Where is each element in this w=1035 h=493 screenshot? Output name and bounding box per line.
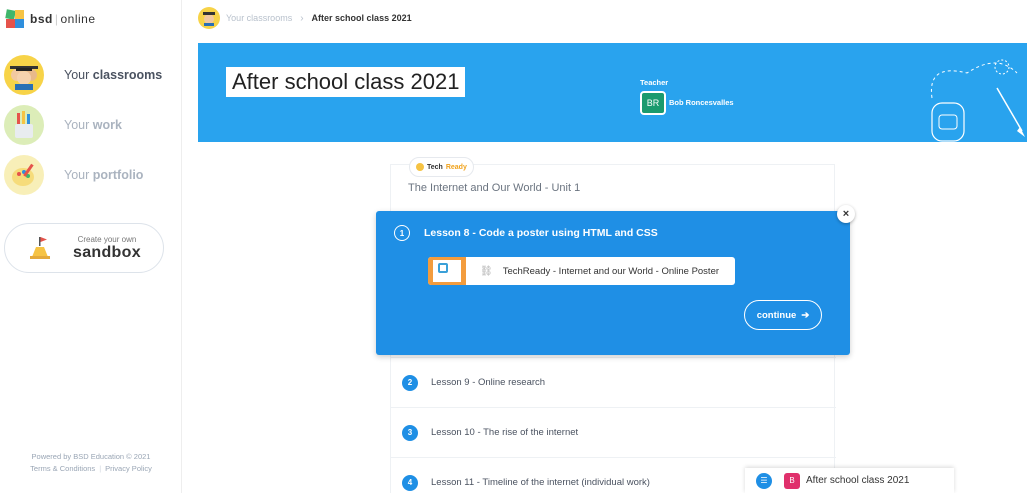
graduates-icon bbox=[4, 55, 44, 95]
sidebar-footer: Powered by BSD Education © 2021 Terms & … bbox=[0, 451, 182, 475]
privacy-link[interactable]: Privacy Policy bbox=[105, 464, 152, 473]
resource-title: TechReady - Internet and our World - Onl… bbox=[502, 265, 720, 277]
continue-button[interactable]: continue ➔ bbox=[744, 300, 822, 330]
lesson-row[interactable]: 2 Lesson 9 - Online research bbox=[391, 357, 836, 407]
lesson-title[interactable]: Lesson 8 - Code a poster using HTML and … bbox=[424, 227, 658, 239]
breadcrumb-classrooms-link[interactable]: Your classrooms bbox=[226, 13, 292, 23]
class-title: After school class 2021 bbox=[226, 67, 466, 97]
sidebar-item-label: Your work bbox=[64, 118, 122, 132]
pencil-cup-icon bbox=[4, 105, 44, 145]
chat-dock[interactable]: ☰ B After school class 2021 bbox=[745, 468, 954, 493]
link-icon: ⛓ bbox=[480, 265, 493, 277]
arrow-right-icon: ➔ bbox=[801, 309, 810, 321]
app-root: bsd | online Your classrooms Your work Y… bbox=[0, 0, 1035, 493]
resource-thumbnail bbox=[428, 257, 466, 285]
sidebar-item-label: Your classrooms bbox=[64, 68, 163, 82]
lesson-number: 1 bbox=[394, 225, 410, 241]
sidebar-item-classrooms[interactable]: Your classrooms bbox=[4, 53, 179, 97]
classroom-avatar-icon bbox=[198, 7, 220, 29]
terms-link[interactable]: Terms & Conditions bbox=[30, 464, 95, 473]
lesson-title: Lesson 10 - The rise of the internet bbox=[431, 427, 579, 438]
chat-icon: ☰ bbox=[756, 472, 772, 489]
sidebar-item-work[interactable]: Your work bbox=[4, 103, 179, 147]
teacher-avatar: BR bbox=[640, 91, 666, 115]
brand-logo[interactable]: bsd | online bbox=[5, 9, 96, 28]
sidebar-item-label: Your portfolio bbox=[64, 168, 144, 182]
lesson-popover: 1 Lesson 8 - Code a poster using HTML an… bbox=[376, 211, 850, 355]
bsd-logo-icon bbox=[5, 9, 24, 28]
sandbox-button[interactable]: Create your own sandbox bbox=[4, 223, 164, 273]
lesson-row[interactable]: 3 Lesson 10 - The rise of the internet bbox=[391, 407, 836, 457]
close-button[interactable]: × bbox=[837, 205, 855, 223]
sandcastle-icon bbox=[27, 235, 53, 261]
lesson-number: 4 bbox=[402, 474, 418, 491]
powered-by-text: Powered by BSD Education © 2021 bbox=[31, 452, 151, 461]
sandbox-label: Create your own sandbox bbox=[73, 234, 141, 261]
brand-name: bsd | online bbox=[30, 12, 96, 26]
techready-tag: Tech Ready bbox=[409, 157, 474, 177]
teacher-name: Bob Roncesvalles bbox=[669, 98, 734, 107]
unit-title: The Internet and Our World - Unit 1 bbox=[408, 182, 581, 194]
resource-card[interactable]: ⛓ TechReady - Internet and our World - O… bbox=[428, 257, 735, 285]
breadcrumb-current: After school class 2021 bbox=[311, 13, 412, 23]
lesson-number: 2 bbox=[402, 374, 418, 391]
lesson-title: Lesson 11 - Timeline of the internet (in… bbox=[431, 477, 650, 488]
lightbulb-icon bbox=[416, 163, 424, 171]
breadcrumb: Your classrooms › After school class 202… bbox=[198, 6, 412, 30]
class-banner: After school class 2021 Teacher BR Bob R… bbox=[198, 43, 1027, 142]
lesson-number: 3 bbox=[402, 424, 418, 441]
lesson-title: Lesson 9 - Online research bbox=[431, 377, 546, 388]
chat-avatar: B bbox=[784, 472, 800, 489]
teacher-label: Teacher bbox=[640, 78, 669, 87]
sidebar: bsd | online Your classrooms Your work Y… bbox=[0, 0, 182, 493]
sidebar-item-portfolio[interactable]: Your portfolio bbox=[4, 153, 179, 197]
chevron-right-icon: › bbox=[300, 12, 304, 24]
palette-icon bbox=[4, 155, 44, 195]
chat-title: After school class 2021 bbox=[806, 475, 910, 486]
backpack-illustration-icon bbox=[930, 59, 1025, 142]
